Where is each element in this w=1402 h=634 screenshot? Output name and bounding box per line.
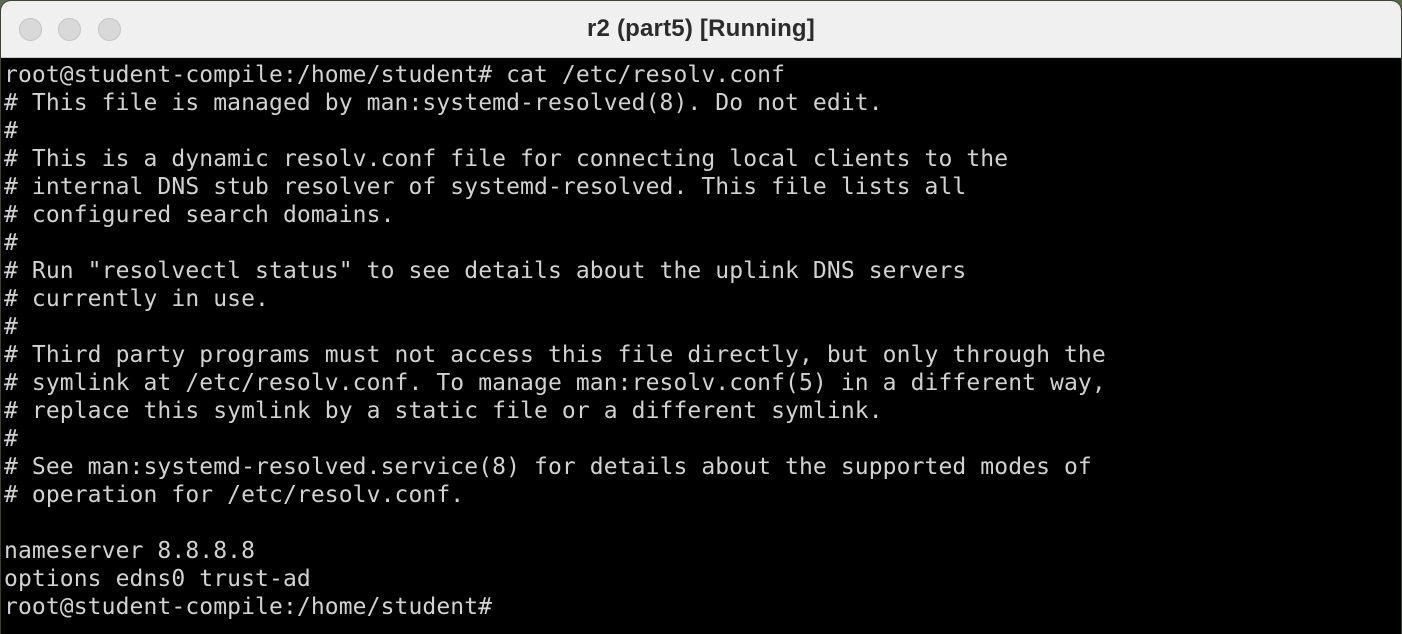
terminal-console[interactable]: root@student-compile:/home/student# cat … xyxy=(1,59,1401,634)
terminal-line-prompt-command: root@student-compile:/home/student# cat … xyxy=(4,62,786,88)
terminal-line: # This is a dynamic resolv.conf file for… xyxy=(4,146,1009,172)
terminal-line: # currently in use. xyxy=(4,286,269,312)
terminal-line-options: options edns0 trust-ad xyxy=(4,566,311,592)
title-bar[interactable]: r2 (part5) [Running] xyxy=(1,1,1401,58)
terminal-output: root@student-compile:/home/student# cat … xyxy=(4,61,1106,621)
terminal-line: # This file is managed by man:systemd-re… xyxy=(4,90,883,116)
terminal-line: # replace this symlink by a static file … xyxy=(4,398,883,424)
terminal-line: # xyxy=(4,426,18,452)
terminal-line: # operation for /etc/resolv.conf. xyxy=(4,482,465,508)
terminal-line: # internal DNS stub resolver of systemd-… xyxy=(4,174,967,200)
window-title: r2 (part5) [Running] xyxy=(587,15,815,42)
terminal-line: # xyxy=(4,314,18,340)
vm-window: r2 (part5) [Running] root@student-compil… xyxy=(1,1,1401,634)
terminal-line-prompt[interactable]: root@student-compile:/home/student# xyxy=(4,593,1106,621)
terminal-line: # Run "resolvectl status" to see details… xyxy=(4,258,967,284)
terminal-line: # symlink at /etc/resolv.conf. To manage… xyxy=(4,370,1106,396)
terminal-line-nameserver: nameserver 8.8.8.8 xyxy=(4,538,256,564)
terminal-line: # xyxy=(4,230,18,256)
terminal-line: # xyxy=(4,118,18,144)
terminal-line: # Third party programs must not access t… xyxy=(4,342,1106,368)
terminal-line: # See man:systemd-resolved.service(8) fo… xyxy=(4,454,1092,480)
terminal-line: # configured search domains. xyxy=(4,202,395,228)
